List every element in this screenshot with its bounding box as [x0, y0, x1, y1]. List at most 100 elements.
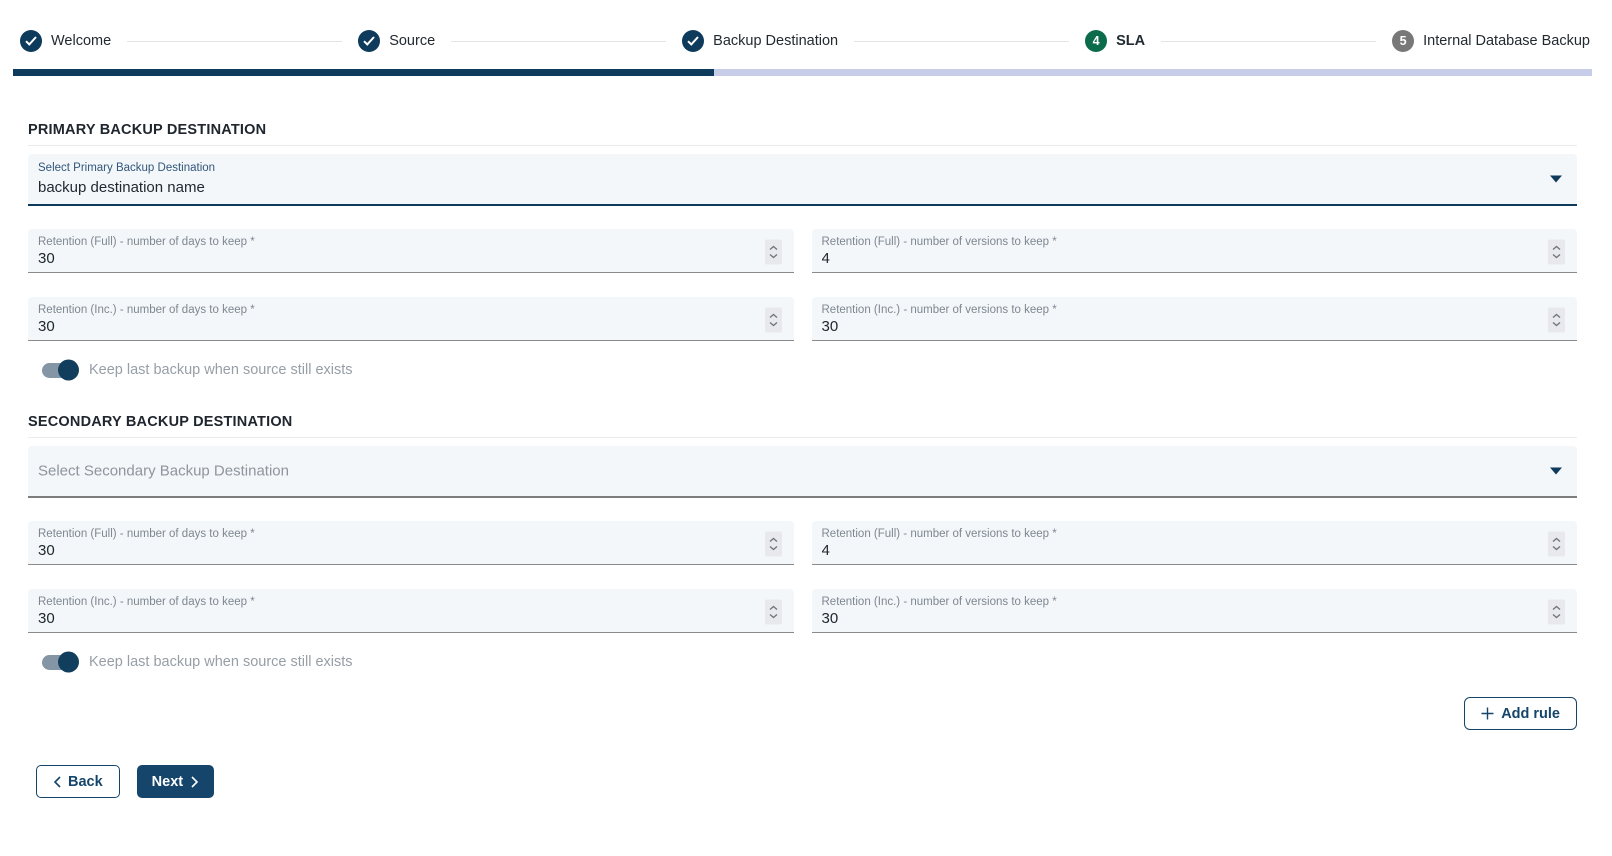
stepper-step-backup-destination[interactable]: Backup Destination — [682, 30, 838, 52]
spinner-down-icon — [769, 613, 778, 618]
field-label: Retention (Inc.) - number of versions to… — [822, 304, 1057, 316]
check-icon — [687, 36, 699, 46]
field-label: Retention (Inc.) - number of days to kee… — [38, 304, 255, 316]
secondary-retention-inc-versions-input[interactable] — [822, 610, 1358, 627]
spinner-down-icon — [1552, 613, 1561, 618]
sla-form: PRIMARY BACKUP DESTINATION Select Primar… — [28, 122, 1577, 730]
primary-retention-full-days-input[interactable] — [38, 250, 574, 267]
chevron-right-icon — [191, 776, 199, 788]
next-button[interactable]: Next — [137, 765, 214, 798]
check-icon — [25, 36, 37, 46]
primary-retention-full-versions-field: Retention (Full) - number of versions to… — [812, 229, 1578, 273]
step-check-circle — [20, 30, 42, 52]
number-stepper[interactable] — [765, 239, 782, 264]
field-label: Retention (Full) - number of days to kee… — [38, 528, 255, 540]
step-label: Backup Destination — [713, 33, 838, 49]
step-label: Welcome — [51, 33, 111, 49]
primary-retention-inc-days-field: Retention (Inc.) - number of days to kee… — [28, 297, 794, 341]
toggle-thumb — [58, 652, 79, 673]
progress-fill — [13, 69, 714, 76]
spinner-down-icon — [769, 321, 778, 326]
spinner-up-icon — [1552, 605, 1561, 610]
secondary-retention-full-versions-field: Retention (Full) - number of versions to… — [812, 521, 1578, 565]
primary-retention-grid: Retention (Full) - number of days to kee… — [28, 229, 1577, 341]
step-number-circle: 5 — [1392, 30, 1414, 52]
step-connector — [127, 41, 342, 42]
secondary-retention-full-days-input[interactable] — [38, 542, 574, 559]
secondary-destination-select[interactable]: Select Secondary Backup Destination — [28, 446, 1577, 498]
back-button[interactable]: Back — [36, 765, 120, 798]
spinner-up-icon — [1552, 537, 1561, 542]
field-label: Retention (Full) - number of versions to… — [822, 528, 1057, 540]
primary-retention-full-versions-input[interactable] — [822, 250, 1358, 267]
step-label: SLA — [1116, 33, 1145, 49]
secondary-retention-full-days-field: Retention (Full) - number of days to kee… — [28, 521, 794, 565]
wizard-nav-actions: Back Next — [36, 765, 1612, 798]
primary-retention-inc-versions-field: Retention (Inc.) - number of versions to… — [812, 297, 1578, 341]
field-label: Retention (Inc.) - number of days to kee… — [38, 596, 255, 608]
field-label: Retention (Full) - number of days to kee… — [38, 236, 255, 248]
chevron-left-icon — [53, 776, 61, 788]
wizard-stepper: Welcome Source Backup Destination 4 SLA 5 Inte… — [0, 0, 1612, 52]
number-stepper[interactable] — [1548, 599, 1565, 624]
step-check-circle — [682, 30, 704, 52]
primary-destination-select-value: backup destination name — [38, 179, 205, 196]
step-number-circle: 4 — [1085, 30, 1107, 52]
spinner-up-icon — [769, 313, 778, 318]
add-rule-label: Add rule — [1501, 706, 1560, 722]
toggle-thumb — [58, 360, 79, 381]
spinner-up-icon — [1552, 313, 1561, 318]
primary-retention-inc-days-input[interactable] — [38, 318, 574, 335]
wizard-progress-bar — [13, 69, 1592, 76]
stepper-step-welcome[interactable]: Welcome — [20, 30, 111, 52]
primary-keep-last-backup-toggle[interactable] — [42, 363, 76, 378]
number-stepper[interactable] — [765, 531, 782, 556]
spinner-up-icon — [1552, 245, 1561, 250]
number-stepper[interactable] — [1548, 531, 1565, 556]
progress-track — [714, 69, 1592, 76]
secondary-retention-inc-days-field: Retention (Inc.) - number of days to kee… — [28, 589, 794, 633]
spinner-up-icon — [769, 605, 778, 610]
chevron-down-icon — [1550, 468, 1562, 475]
number-stepper[interactable] — [765, 307, 782, 332]
step-connector — [854, 41, 1069, 42]
spinner-up-icon — [769, 537, 778, 542]
secondary-destination-placeholder: Select Secondary Backup Destination — [38, 463, 289, 480]
primary-retention-inc-versions-input[interactable] — [822, 318, 1358, 335]
number-stepper[interactable] — [1548, 239, 1565, 264]
primary-keep-last-backup-label: Keep last backup when source still exist… — [89, 362, 353, 378]
spinner-down-icon — [769, 545, 778, 550]
spinner-down-icon — [1552, 545, 1561, 550]
step-label: Internal Database Backup — [1423, 33, 1590, 49]
primary-keep-last-backup-row: Keep last backup when source still exist… — [42, 362, 1577, 378]
chevron-down-icon — [1550, 176, 1562, 183]
add-rule-row: Add rule — [28, 697, 1577, 730]
spinner-down-icon — [1552, 253, 1561, 258]
section-divider — [28, 145, 1577, 146]
secondary-retention-full-versions-input[interactable] — [822, 542, 1358, 559]
spinner-down-icon — [1552, 321, 1561, 326]
stepper-step-sla[interactable]: 4 SLA — [1085, 30, 1145, 52]
section-divider — [28, 437, 1577, 438]
secondary-retention-inc-versions-field: Retention (Inc.) - number of versions to… — [812, 589, 1578, 633]
secondary-keep-last-backup-row: Keep last backup when source still exist… — [42, 654, 1577, 670]
secondary-keep-last-backup-toggle[interactable] — [42, 655, 76, 670]
spinner-down-icon — [769, 253, 778, 258]
primary-destination-select[interactable]: Select Primary Backup Destination backup… — [28, 154, 1577, 206]
add-rule-button[interactable]: Add rule — [1464, 697, 1577, 730]
step-label: Source — [389, 33, 435, 49]
field-label: Retention (Full) - number of versions to… — [822, 236, 1057, 248]
back-label: Back — [68, 774, 103, 790]
secondary-keep-last-backup-label: Keep last backup when source still exist… — [89, 654, 353, 670]
step-check-circle — [358, 30, 380, 52]
secondary-retention-inc-days-input[interactable] — [38, 610, 574, 627]
number-stepper[interactable] — [765, 599, 782, 624]
field-label: Retention (Inc.) - number of versions to… — [822, 596, 1057, 608]
secondary-section-title: SECONDARY BACKUP DESTINATION — [28, 414, 1577, 430]
step-connector — [451, 41, 666, 42]
primary-destination-select-label: Select Primary Backup Destination — [38, 162, 215, 174]
stepper-step-source[interactable]: Source — [358, 30, 435, 52]
number-stepper[interactable] — [1548, 307, 1565, 332]
stepper-step-internal-database-backup[interactable]: 5 Internal Database Backup — [1392, 30, 1590, 52]
secondary-retention-grid: Retention (Full) - number of days to kee… — [28, 521, 1577, 633]
